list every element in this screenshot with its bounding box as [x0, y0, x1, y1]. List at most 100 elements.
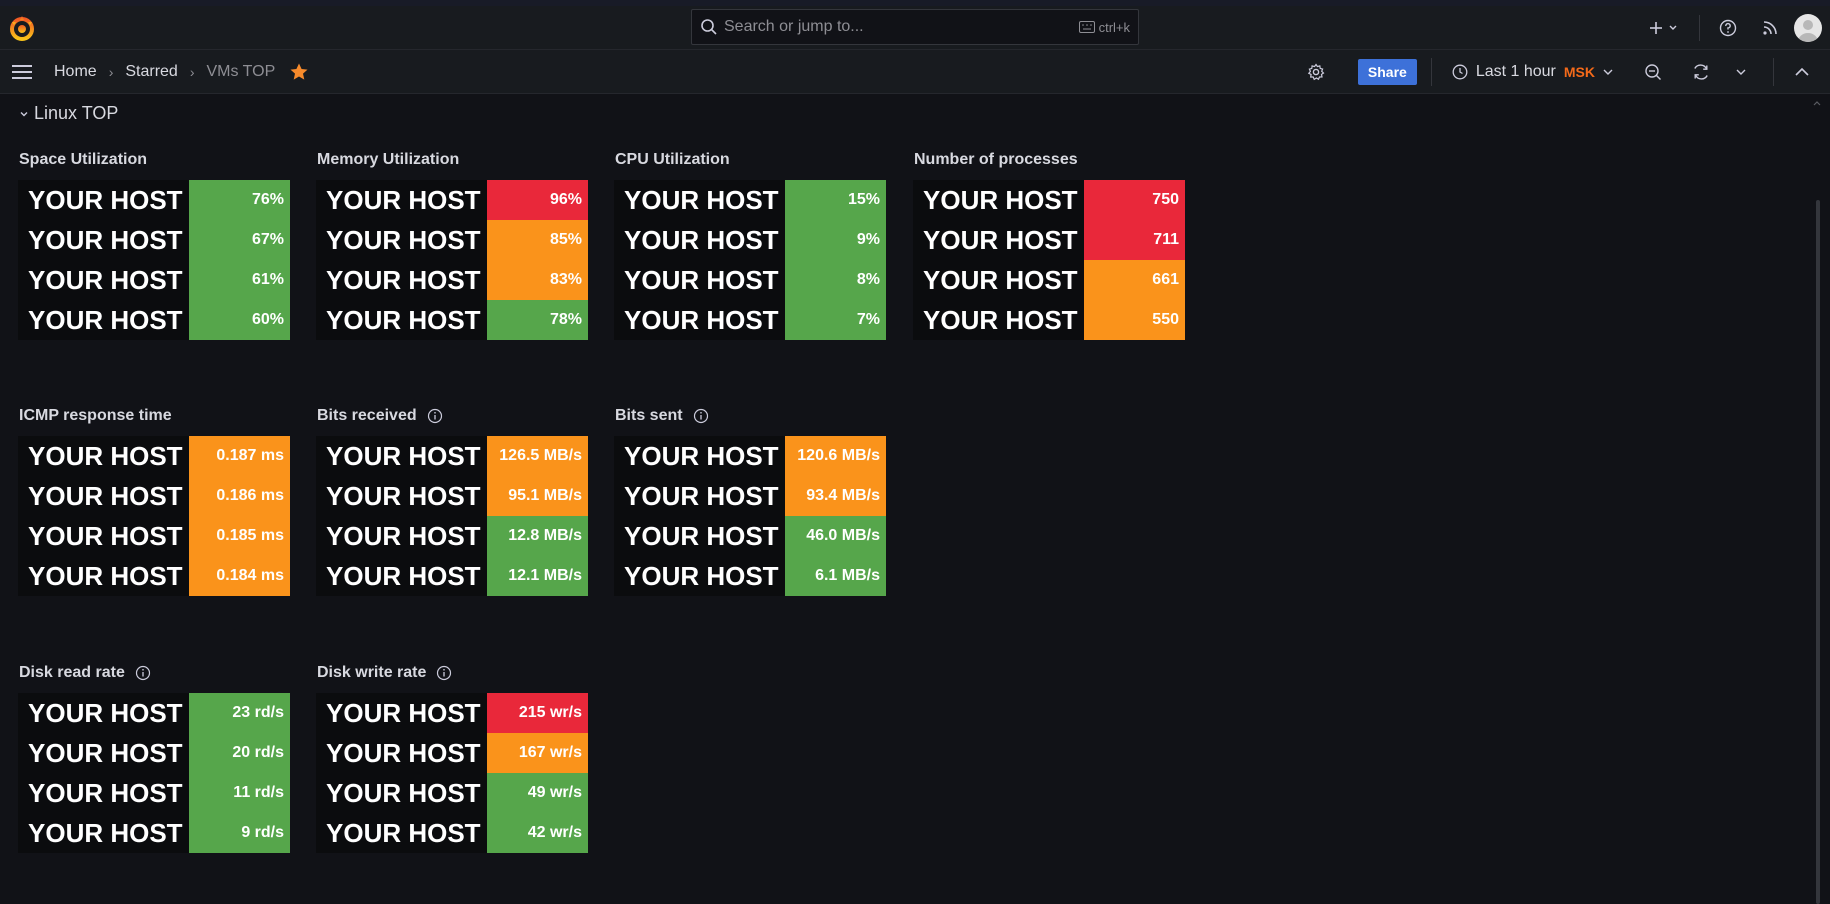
zoom-out-icon[interactable] [1641, 60, 1665, 84]
panel-title: Number of processes [914, 151, 1078, 169]
time-range-label: Last 1 hour [1475, 63, 1556, 80]
metric-value: 661 [1084, 260, 1185, 300]
bar-row: YOUR HOST 7% [614, 300, 886, 340]
settings-gear-icon[interactable] [1304, 60, 1328, 84]
host-name: YOUR HOST [614, 476, 785, 516]
new-plus-icon[interactable] [1645, 14, 1685, 42]
divider [1430, 58, 1432, 86]
bar-row: YOUR HOST 661 [913, 260, 1185, 300]
star-favorite-icon[interactable] [289, 62, 309, 82]
bar-gauge-panel[interactable]: Number of processes YOUR HOST 750 YOUR HOST… [913, 151, 1195, 383]
host-name: YOUR HOST [316, 813, 487, 853]
metric-value: 95.1 MB/s [487, 476, 588, 516]
metric-value: 12.1 MB/s [487, 556, 588, 596]
refresh-icon[interactable] [1689, 60, 1713, 84]
scroll-up-arrow-icon[interactable] [1812, 98, 1822, 108]
host-name: YOUR HOST [913, 180, 1084, 220]
user-avatar[interactable] [1794, 14, 1822, 42]
panel-title: CPU Utilization [615, 151, 730, 169]
bar-row: YOUR HOST 60% [18, 300, 290, 340]
host-name: YOUR HOST [614, 220, 785, 260]
metric-value: 215 wr/s [487, 693, 588, 733]
help-icon[interactable] [1714, 14, 1742, 42]
metric-value: 11 rd/s [189, 773, 290, 813]
host-name: YOUR HOST [18, 693, 189, 733]
host-name: YOUR HOST [316, 773, 487, 813]
host-name: YOUR HOST [316, 300, 487, 340]
bar-gauge-panel[interactable]: Bits sent YOUR HOST 120.6 MB/s YOUR HOST 93.… [614, 407, 896, 639]
bar-row: YOUR HOST 550 [913, 300, 1185, 340]
bar-row: YOUR HOST 120.6 MB/s [614, 436, 886, 476]
bar-row: YOUR HOST 0.187 ms [18, 436, 290, 476]
bar-row: YOUR HOST 750 [913, 180, 1185, 220]
host-name: YOUR HOST [316, 556, 487, 596]
breadcrumb-starred[interactable]: Starred [125, 63, 177, 81]
news-rss-icon[interactable] [1756, 14, 1784, 42]
panel-title-text: Number of processes [914, 151, 1078, 168]
host-name: YOUR HOST [18, 516, 189, 556]
host-name: YOUR HOST [316, 476, 487, 516]
host-name: YOUR HOST [18, 436, 189, 476]
host-name: YOUR HOST [316, 516, 487, 556]
bar-row: YOUR HOST 126.5 MB/s [316, 436, 588, 476]
breadcrumb-home[interactable]: Home [54, 63, 97, 81]
metric-value: 6.1 MB/s [785, 556, 886, 596]
dashboard-nav-bar: Home › Starred › VMs TOP Share Last 1 ho… [0, 50, 1830, 94]
metric-value: 46.0 MB/s [785, 516, 886, 556]
host-name: YOUR HOST [18, 476, 189, 516]
bar-gauge-panel[interactable]: Memory Utilization YOUR HOST 96% YOUR HOST 8… [316, 151, 598, 383]
bar-gauge-panel[interactable]: Disk write rate YOUR HOST 215 wr/s YOUR HOS… [316, 664, 598, 896]
bar-row: YOUR HOST 12.8 MB/s [316, 516, 588, 556]
info-icon[interactable] [135, 665, 151, 681]
divider [1773, 58, 1774, 86]
share-button[interactable]: Share [1357, 59, 1417, 85]
row-header-toggle[interactable]: Linux TOP [18, 103, 118, 124]
metric-value: 9 rd/s [189, 813, 290, 853]
bar-gauge-panel[interactable]: Space Utilization YOUR HOST 76% YOUR HOST 67… [18, 151, 300, 383]
bar-gauge-panel[interactable]: ICMP response time YOUR HOST 0.187 ms YOUR … [18, 407, 300, 639]
chevron-right-icon: › [108, 64, 114, 80]
bar-row: YOUR HOST 12.1 MB/s [316, 556, 588, 596]
bar-row: YOUR HOST 46.0 MB/s [614, 516, 886, 556]
bar-row: YOUR HOST 11 rd/s [18, 773, 290, 813]
bar-row: YOUR HOST 95.1 MB/s [316, 476, 588, 516]
bar-row: YOUR HOST 0.184 ms [18, 556, 290, 596]
host-name: YOUR HOST [614, 556, 785, 596]
bar-list: YOUR HOST 0.187 ms YOUR HOST 0.186 ms YOUR H… [18, 436, 290, 596]
bar-gauge-panel[interactable]: Bits received YOUR HOST 126.5 MB/s YOUR HOS… [316, 407, 598, 639]
time-range-picker[interactable]: Last 1 hour MSK [1452, 63, 1613, 81]
panel-title: Disk write rate [317, 664, 452, 682]
panel-title-text: CPU Utilization [615, 151, 730, 168]
search-shortcut: ctrl+k [1078, 20, 1130, 35]
metric-value: 15% [785, 180, 886, 220]
panel-title: Bits sent [615, 407, 709, 425]
search-icon [701, 19, 717, 35]
search-bar[interactable]: Search or jump to... ctrl+k [691, 9, 1139, 45]
host-name: YOUR HOST [316, 220, 487, 260]
bar-list: YOUR HOST 23 rd/s YOUR HOST 20 rd/s YOUR HOS… [18, 693, 290, 853]
bar-gauge-panel[interactable]: CPU Utilization YOUR HOST 15% YOUR HOST 9% YO… [614, 151, 896, 383]
bar-gauge-panel[interactable]: Disk read rate YOUR HOST 23 rd/s YOUR HOST 2… [18, 664, 300, 896]
info-icon[interactable] [427, 408, 443, 424]
refresh-interval-chevron-down-icon[interactable] [1729, 60, 1753, 84]
bar-row: YOUR HOST 9 rd/s [18, 813, 290, 853]
bar-row: YOUR HOST 0.185 ms [18, 516, 290, 556]
bar-row: YOUR HOST 85% [316, 220, 588, 260]
collapse-chevron-up-icon[interactable] [1790, 60, 1814, 84]
info-icon[interactable] [436, 665, 452, 681]
bar-row: YOUR HOST 20 rd/s [18, 733, 290, 773]
host-name: YOUR HOST [316, 180, 487, 220]
metric-value: 0.187 ms [189, 436, 290, 476]
bar-row: YOUR HOST 711 [913, 220, 1185, 260]
scrollbar[interactable] [1816, 200, 1820, 904]
menu-hamburger-icon[interactable] [10, 60, 34, 84]
info-icon[interactable] [693, 408, 709, 424]
panel-title-text: Space Utilization [19, 151, 148, 168]
chevron-down-icon [1603, 69, 1613, 75]
panel-title: ICMP response time [19, 407, 172, 425]
grafana-logo-icon[interactable] [8, 14, 36, 42]
panel-title-text: Bits received [317, 407, 417, 424]
divider [1699, 15, 1700, 41]
bar-row: YOUR HOST 49 wr/s [316, 773, 588, 813]
dashboard-actions: Share Last 1 hour MSK [1292, 50, 1830, 94]
